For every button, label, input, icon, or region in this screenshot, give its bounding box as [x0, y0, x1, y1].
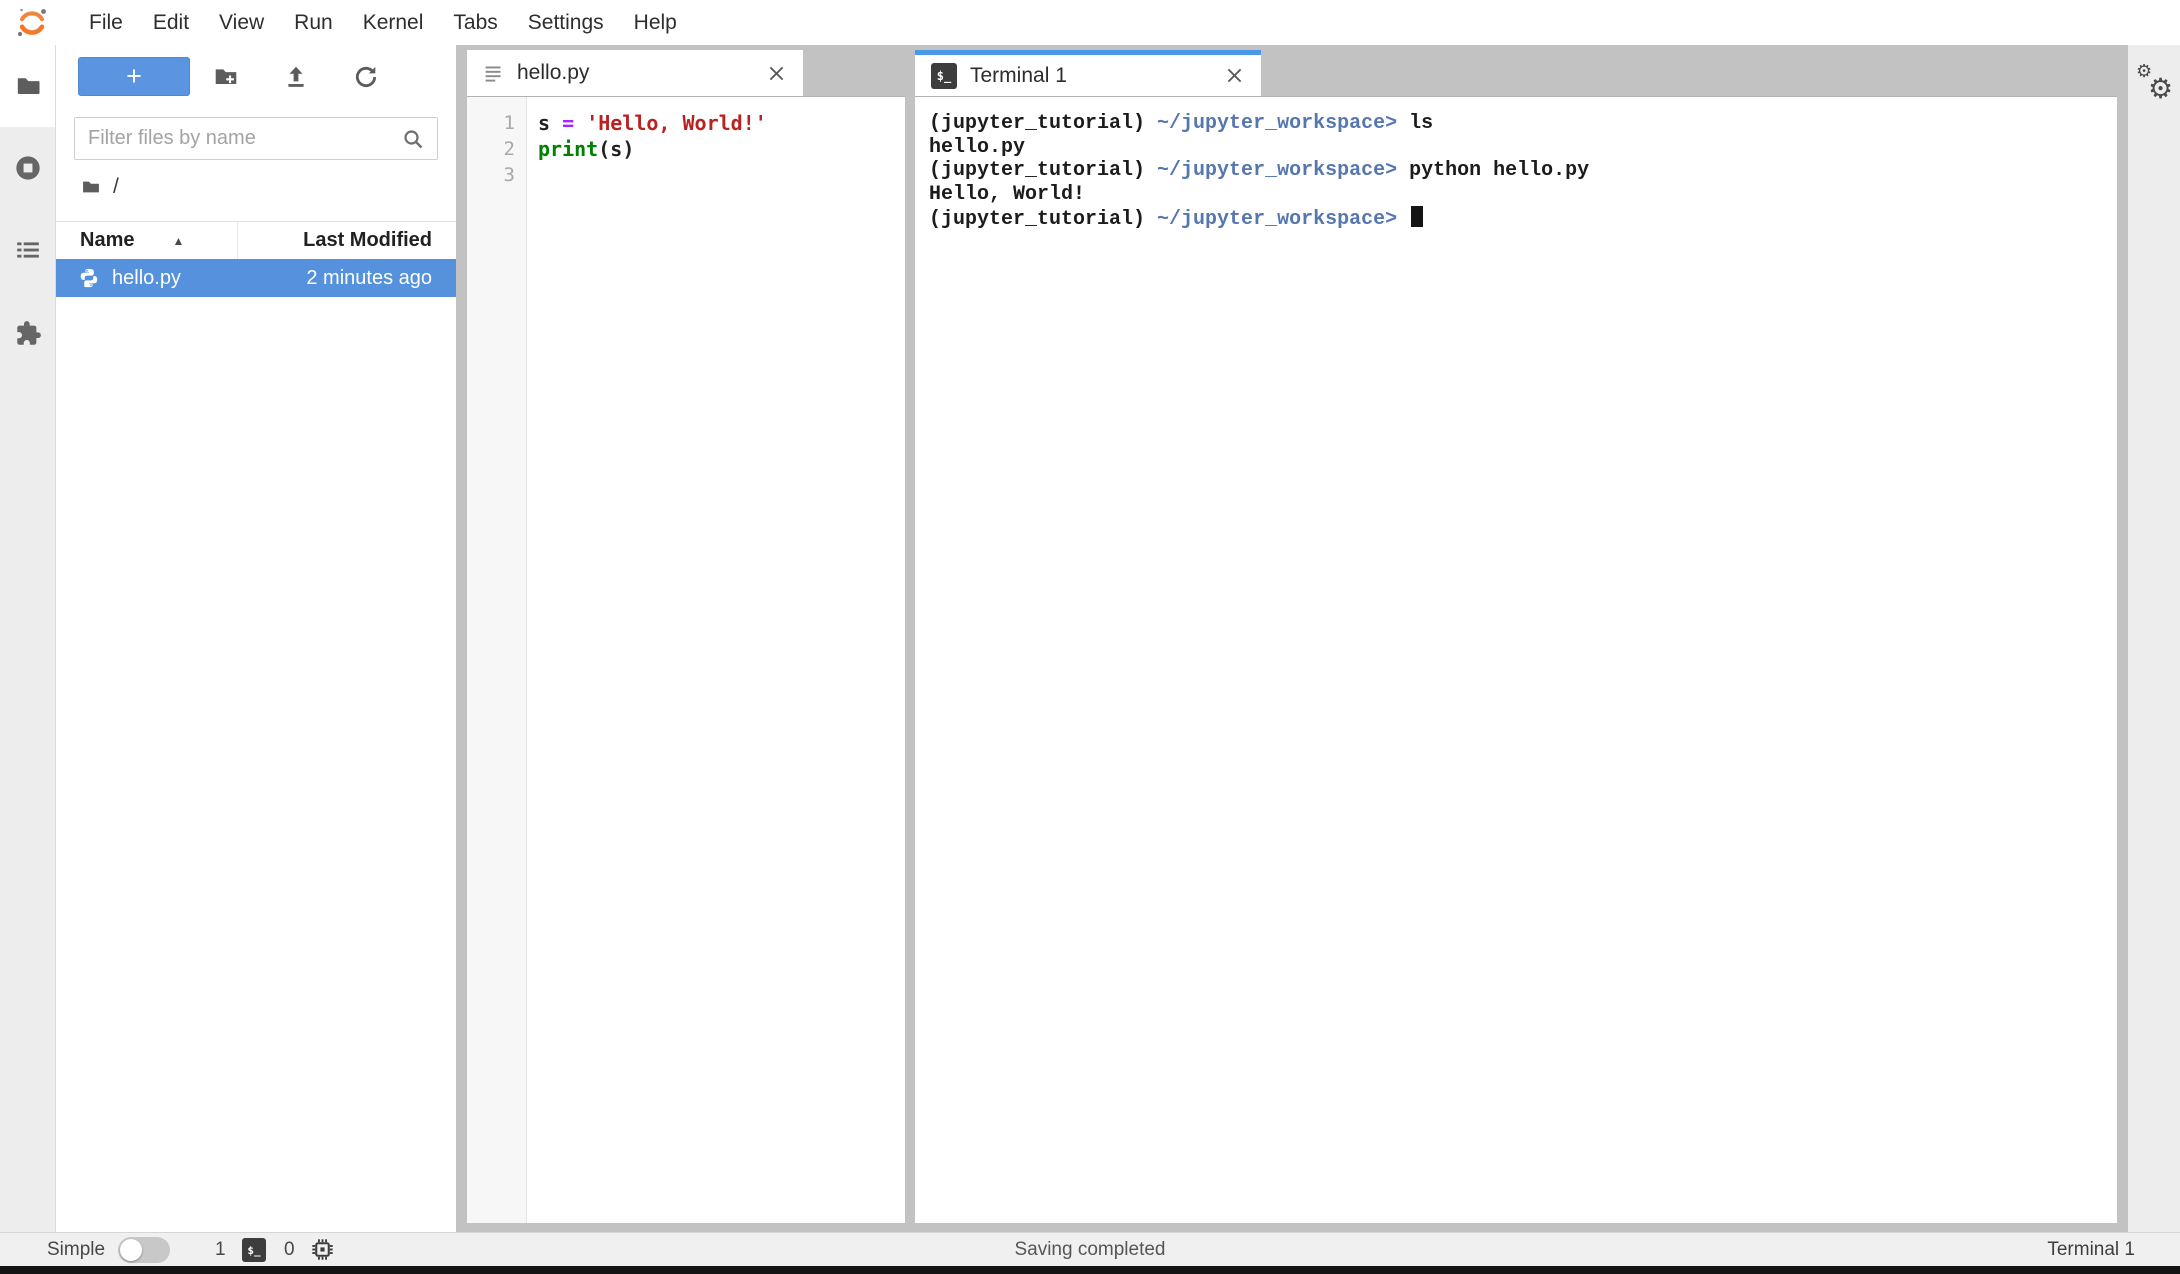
puzzle-icon [15, 320, 42, 347]
menu-item-view[interactable]: View [204, 0, 279, 45]
menu-item-tabs[interactable]: Tabs [438, 0, 512, 45]
terminal-viewport: (jupyter_tutorial) ~/jupyter_workspace> … [915, 97, 2117, 1223]
breadcrumb-path: / [113, 175, 119, 199]
sidebar-tab-running[interactable] [0, 140, 56, 196]
dock-panel: hello.py 123 s = 'Hello, World!'print(s) [456, 45, 2128, 1232]
new-launcher-button[interactable]: + [78, 57, 190, 96]
menu-item-help[interactable]: Help [619, 0, 692, 45]
filter-files-box [74, 117, 438, 160]
editor-content: 123 s = 'Hello, World!'print(s) [467, 97, 905, 1223]
code-line [538, 162, 905, 188]
code-editor[interactable]: s = 'Hello, World!'print(s) [527, 97, 905, 1223]
sidebar-tab-extensions[interactable] [0, 305, 56, 361]
content-area: + [0, 45, 2180, 1232]
breadcrumb: / [80, 173, 119, 201]
menu-item-edit[interactable]: Edit [138, 0, 204, 45]
menu-item-settings[interactable]: Settings [513, 0, 619, 45]
upload-button[interactable] [278, 59, 314, 95]
menu-item-kernel[interactable]: Kernel [348, 0, 439, 45]
tab-terminal-1[interactable]: $_ Terminal 1 [915, 50, 1261, 96]
refresh-icon [353, 64, 379, 90]
upload-icon [283, 64, 309, 90]
activity-bar [0, 45, 56, 1232]
file-modified: 2 minutes ago [306, 267, 456, 290]
file-browser-panel: + [56, 45, 456, 1232]
line-number: 2 [467, 136, 526, 162]
terminal-line: hello.py [929, 136, 2117, 160]
terminal-line: (jupyter_tutorial) ~/jupyter_workspace> [929, 206, 2117, 232]
terminal-line: (jupyter_tutorial) ~/jupyter_workspace> … [929, 112, 2117, 136]
search-icon [401, 127, 425, 151]
terminal-tab-bar: $_ Terminal 1 [915, 50, 2117, 97]
line-number: 3 [467, 162, 526, 188]
terminal-panel: $_ Terminal 1 (jupyter_tutorial) ~/jupyt… [915, 50, 2117, 1223]
status-bar: Simple 1 $_ 0 Saving completed Terminal … [0, 1232, 2180, 1266]
refresh-button[interactable] [348, 59, 384, 95]
new-folder-button[interactable] [208, 59, 244, 95]
line-number: 1 [467, 110, 526, 136]
line-number-gutter: 123 [467, 97, 527, 1223]
running-icon [14, 154, 42, 182]
sidebar-tab-table-of-contents[interactable] [0, 222, 56, 278]
code-line: print(s) [538, 136, 905, 162]
document-icon [483, 63, 504, 84]
toc-icon [15, 237, 41, 263]
filter-files-input[interactable] [75, 127, 397, 150]
editor-tab-bar: hello.py [467, 50, 905, 97]
folder-icon [15, 72, 42, 99]
file-list-header: Name ▲ Last Modified [56, 221, 456, 260]
terminal-line: Hello, World! [929, 183, 2117, 207]
tab-label: Terminal 1 [970, 64, 1224, 88]
menu-item-file[interactable]: File [74, 0, 138, 45]
terminal-icon: $_ [931, 63, 957, 89]
tab-label: hello.py [517, 61, 766, 85]
gears-icon[interactable]: ⚙ ⚙ [2134, 63, 2176, 111]
column-header-name[interactable]: Name ▲ [56, 222, 237, 259]
jupyterlab-window: FileEditViewRunKernelTabsSettingsHelp [0, 0, 2180, 1274]
right-sidebar: ⚙ ⚙ [2128, 45, 2180, 1232]
sidebar-tab-file-browser[interactable] [0, 57, 56, 113]
menu-item-run[interactable]: Run [279, 0, 348, 45]
status-message: Saving completed [0, 1233, 2180, 1266]
file-name: hello.py [112, 267, 306, 290]
jupyter-logo [14, 5, 50, 41]
tab-hello-py[interactable]: hello.py [467, 50, 803, 96]
sort-caret-icon: ▲ [172, 234, 184, 248]
window-bottom-edge [0, 1266, 2180, 1274]
code-line: s = 'Hello, World!' [538, 110, 905, 136]
menu-items: FileEditViewRunKernelTabsSettingsHelp [74, 0, 692, 45]
close-icon[interactable] [1224, 65, 1245, 86]
python-icon [78, 267, 100, 289]
terminal-cursor [1411, 206, 1423, 227]
file-row[interactable]: hello.py2 minutes ago [56, 259, 456, 297]
file-list: hello.py2 minutes ago [56, 259, 456, 297]
active-context-label: Terminal 1 [2047, 1233, 2135, 1266]
column-header-last-modified[interactable]: Last Modified [237, 222, 456, 259]
terminal-output[interactable]: (jupyter_tutorial) ~/jupyter_workspace> … [915, 97, 2117, 1223]
editor-panel: hello.py 123 s = 'Hello, World!'print(s) [467, 50, 905, 1223]
root-folder-icon[interactable] [80, 177, 102, 197]
menu-bar: FileEditViewRunKernelTabsSettingsHelp [0, 0, 2180, 45]
new-folder-icon [213, 64, 239, 90]
close-icon[interactable] [766, 63, 787, 84]
terminal-line: (jupyter_tutorial) ~/jupyter_workspace> … [929, 159, 2117, 183]
